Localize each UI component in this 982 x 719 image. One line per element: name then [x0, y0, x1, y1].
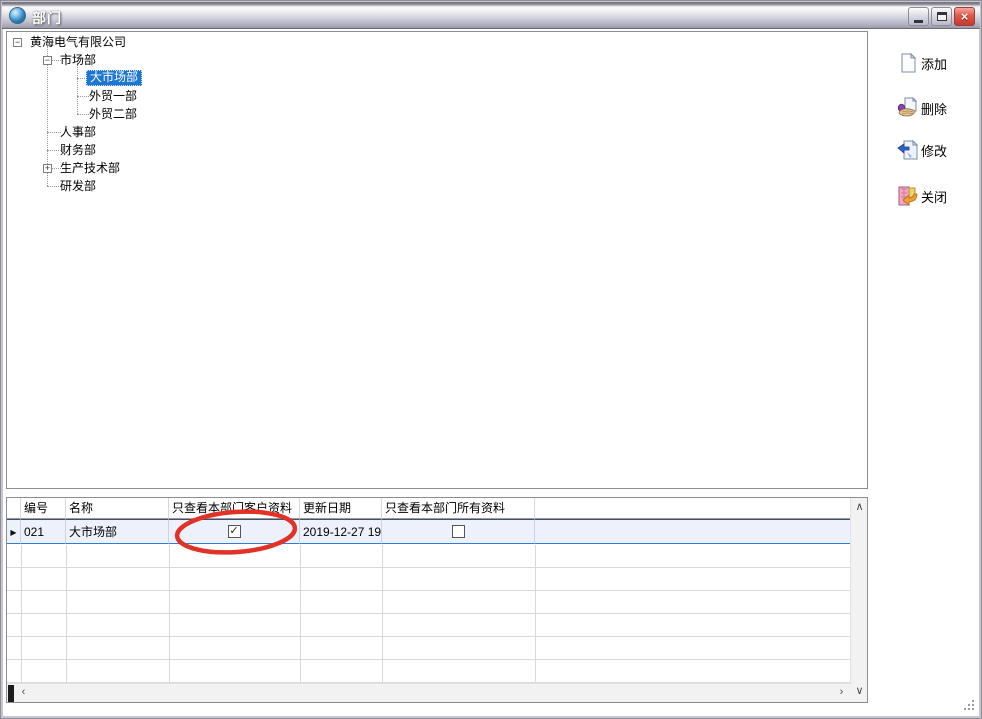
add-button-label: 添加 [921, 54, 947, 73]
new-page-icon [897, 52, 919, 74]
maximize-button[interactable] [931, 7, 952, 26]
row-indicator-icon: ▶ [10, 528, 16, 537]
gridline [382, 545, 383, 683]
minimize-button[interactable] [908, 7, 929, 26]
column-header-update-date[interactable]: 更新日期 [300, 498, 382, 519]
current-row-indicator: ▶ [7, 519, 21, 544]
grid-empty-row[interactable] [7, 568, 852, 591]
expander-glyph: + [45, 163, 50, 173]
column-header-blank [535, 498, 852, 519]
close-button[interactable]: × [954, 7, 975, 26]
exit-door-icon [897, 185, 919, 207]
delete-page-icon [897, 97, 919, 119]
horizontal-scroll-thumb[interactable] [8, 685, 14, 702]
minimize-icon [914, 20, 923, 23]
title-bar[interactable]: 部门 × [2, 2, 980, 29]
tree-node-company[interactable]: 黄海电气有限公司 [27, 35, 129, 51]
expander-plus-icon[interactable]: + [43, 164, 52, 173]
close-icon: × [961, 10, 969, 23]
horizontal-scrollbar[interactable]: ‹ › [7, 683, 852, 702]
tree-node-big-market-selected[interactable]: 大市场部 [86, 70, 142, 86]
scroll-right-icon[interactable]: › [833, 685, 850, 701]
expander-glyph: − [45, 55, 50, 65]
delete-button[interactable]: 删除 [897, 95, 947, 121]
window-title: 部门 [32, 8, 62, 28]
check-icon: ✓ [229, 525, 238, 537]
tree-node-finance[interactable]: 财务部 [57, 143, 99, 159]
tree-node-rd[interactable]: 研发部 [57, 179, 99, 195]
expander-glyph: − [15, 37, 20, 47]
tree-node-trade1[interactable]: 外贸一部 [86, 89, 140, 105]
modify-button[interactable]: 修改 [897, 137, 947, 163]
column-header-dept-all-only[interactable]: 只查看本部门所有资料 [382, 498, 535, 519]
maximize-icon [937, 12, 947, 21]
department-grid[interactable]: 编号 名称 只查看本部门客户资料 更新日期 只查看本部门所有资料 ▶ 021 大… [6, 497, 868, 703]
gridline [535, 545, 536, 683]
modify-page-icon [897, 139, 919, 161]
close-form-button[interactable]: 关闭 [897, 183, 947, 209]
cell-name[interactable]: 大市场部 [66, 519, 169, 544]
cell-dept-all-only[interactable] [382, 519, 535, 544]
grid-empty-row[interactable] [7, 660, 852, 683]
close-form-button-label: 关闭 [921, 187, 947, 206]
department-tree[interactable]: − − + 黄海电气有限公司 市场部 大市场部 外贸一部 外贸二部 人事部 财务… [6, 31, 868, 489]
cell-update-date[interactable]: 2019-12-27 19 [300, 519, 382, 544]
tree-node-trade2[interactable]: 外贸二部 [86, 107, 140, 123]
scroll-up-icon[interactable]: ∧ [851, 500, 868, 516]
gridline [66, 545, 67, 683]
tree-node-production[interactable]: 生产技术部 [57, 161, 123, 177]
grid-corner [7, 498, 21, 519]
gridline [300, 545, 301, 683]
grid-empty-row[interactable] [7, 637, 852, 660]
tree-node-hr[interactable]: 人事部 [57, 125, 99, 141]
gridline [169, 545, 170, 683]
column-header-dept-customer-only[interactable]: 只查看本部门客户资料 [169, 498, 300, 519]
column-header-name[interactable]: 名称 [66, 498, 169, 519]
scroll-left-icon[interactable]: ‹ [15, 685, 32, 701]
expander-minus-icon[interactable]: − [43, 56, 52, 65]
delete-button-label: 删除 [921, 99, 947, 118]
expander-minus-icon[interactable]: − [13, 38, 22, 47]
resize-grip[interactable] [972, 708, 974, 710]
grid-empty-row[interactable] [7, 545, 852, 568]
dept-customer-only-checkbox-checked[interactable]: ✓ [228, 525, 241, 538]
grid-empty-row[interactable] [7, 591, 852, 614]
gridline [21, 545, 22, 683]
vertical-scrollbar[interactable]: ∧ ∨ [850, 498, 867, 702]
add-button[interactable]: 添加 [897, 50, 947, 76]
app-globe-icon [9, 7, 26, 24]
cell-dept-customer-only[interactable]: ✓ [169, 519, 300, 544]
modify-button-label: 修改 [921, 141, 947, 160]
dept-all-only-checkbox-unchecked[interactable] [452, 525, 465, 538]
scroll-down-icon[interactable]: ∨ [851, 684, 868, 700]
cell-code[interactable]: 021 [21, 519, 66, 544]
column-header-code[interactable]: 编号 [21, 498, 66, 519]
grid-empty-row[interactable] [7, 614, 852, 637]
app-window: 部门 × − − + 黄海电气有限公司 市场部 大市场部 外贸一部 外贸二部 人… [0, 0, 982, 719]
cell-blank[interactable] [535, 519, 852, 544]
tree-node-marketing[interactable]: 市场部 [57, 53, 99, 69]
